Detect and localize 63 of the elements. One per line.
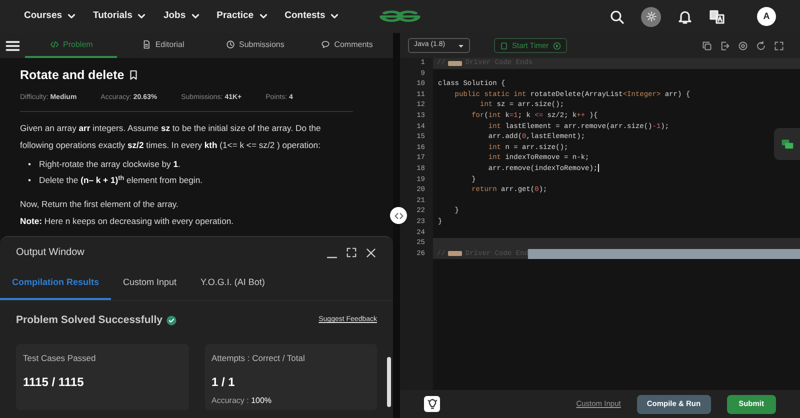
code-icon xyxy=(50,40,60,49)
check-circle-icon xyxy=(166,314,178,326)
bookmark-icon[interactable] xyxy=(128,69,140,82)
caret-icon xyxy=(458,42,464,48)
bell-icon[interactable] xyxy=(677,8,693,24)
problem-tab[interactable]: Comments xyxy=(301,33,393,58)
statement-bullet: Right-rotate the array clockwise by 1. xyxy=(39,158,180,172)
chat-icon xyxy=(780,138,794,150)
chevron-down-icon xyxy=(137,12,146,21)
nav-menu[interactable]: Contests xyxy=(284,9,340,24)
nav-menu[interactable]: Jobs xyxy=(163,9,200,24)
nav-menu[interactable]: Courses xyxy=(24,9,76,24)
fullscreen-icon[interactable] xyxy=(774,40,784,50)
avatar[interactable]: A xyxy=(757,7,776,26)
expand-icon[interactable] xyxy=(346,247,357,258)
translate-icon[interactable] xyxy=(709,8,725,24)
problem-tab[interactable]: Submissions xyxy=(209,33,302,58)
result-status: Problem Solved Successfully xyxy=(16,312,162,328)
result-value: 1115 / 1115 xyxy=(23,374,85,391)
close-icon[interactable] xyxy=(365,246,377,258)
sun-icon xyxy=(646,11,656,22)
refresh-icon[interactable] xyxy=(756,40,766,50)
chevron-down-icon xyxy=(330,12,340,21)
problem-statement: Given an array arr integers. Assume sz to be the initial size of the array. Do the following operations exactly sz/2 times. In every kth (1<= k <= sz/2 ) operation: xyxy=(20,122,322,152)
problem-note: Note: Here n keeps on decreasing with every operation. xyxy=(20,215,235,228)
copy-icon[interactable] xyxy=(702,40,712,50)
result-label: Test Cases Passed xyxy=(23,352,97,365)
output-tab[interactable]: Custom Input xyxy=(111,276,189,300)
search-icon[interactable] xyxy=(609,8,625,24)
resize-handle[interactable] xyxy=(390,207,407,224)
resize-arrows-icon xyxy=(394,210,404,220)
bullet-marker: • xyxy=(28,174,32,188)
result-label: Attempts : Correct / Total xyxy=(212,352,306,365)
chevron-down-icon xyxy=(258,12,268,21)
fold-marker[interactable] xyxy=(448,251,462,256)
lightbulb-icon xyxy=(426,398,438,410)
window-title: Output Window xyxy=(16,246,84,260)
chevron-down-icon xyxy=(67,12,76,21)
output-tab[interactable]: Y.O.G.I. (AI Bot) xyxy=(188,276,277,300)
timer-icon xyxy=(500,42,508,50)
result-value: 1 / 1 xyxy=(212,374,236,391)
document-icon xyxy=(142,40,152,49)
chevron-down-icon xyxy=(190,12,200,21)
scrollbar-thumb[interactable] xyxy=(387,357,391,407)
comment-icon xyxy=(321,40,330,49)
hint-button[interactable] xyxy=(424,396,440,412)
nav-menu[interactable]: Practice xyxy=(216,9,268,24)
exit-icon[interactable] xyxy=(720,40,730,50)
bullet-marker: • xyxy=(28,158,32,172)
theme-toggle-button[interactable] xyxy=(641,6,661,26)
problem-note: Now, Return the first element of the array. xyxy=(20,198,180,212)
chat-button[interactable] xyxy=(774,128,800,160)
settings-icon[interactable] xyxy=(738,40,748,50)
fold-marker[interactable] xyxy=(448,60,462,66)
problem-title: Rotate and delete xyxy=(20,67,124,84)
problem-tab[interactable]: Editorial xyxy=(117,33,210,58)
statement-bullet: Delete the (n– k + 1)$^{th}$ element from begin. xyxy=(39,174,203,188)
clock-icon xyxy=(226,40,235,49)
output-tab[interactable]: Compilation Results xyxy=(0,276,112,300)
play-icon xyxy=(552,42,561,50)
result-note: Accuracy : 100% xyxy=(212,395,273,407)
nav-menu[interactable]: Tutorials xyxy=(93,9,146,24)
problem-tab[interactable]: Problem xyxy=(25,33,118,58)
